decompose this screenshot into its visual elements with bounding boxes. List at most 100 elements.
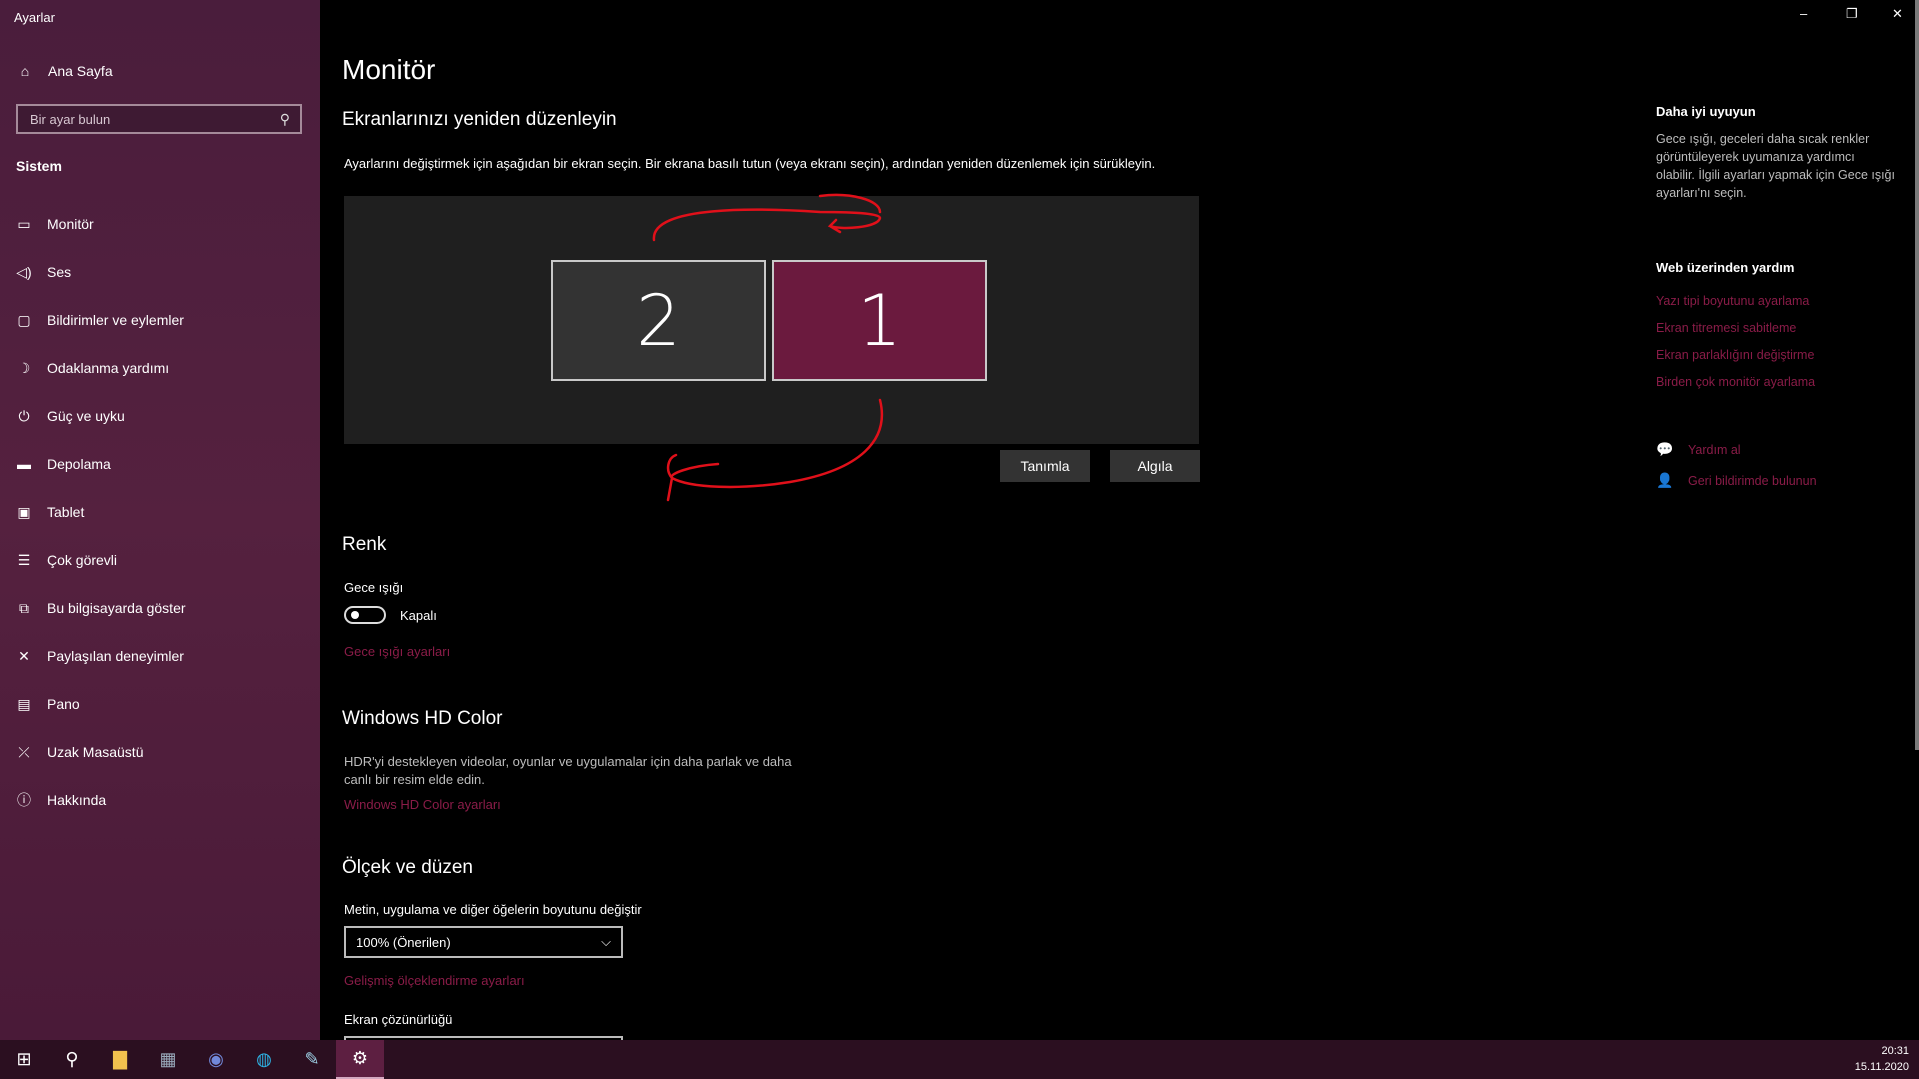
sidebar-item-monitor[interactable]: ▭ Monitör	[0, 200, 320, 248]
sidebar-item-power[interactable]: ⏻ Güç ve uyku	[0, 392, 320, 440]
night-light-settings-link[interactable]: Gece ışığı ayarları	[344, 644, 450, 659]
sidebar-item-focus[interactable]: ☽ Odaklanma yardımı	[0, 344, 320, 392]
sidebar: Ayarlar ⌂ Ana Sayfa ⚲ Sistem ▭ Monitör ◁)…	[0, 0, 320, 1040]
taskbar-search-button[interactable]: ⚲	[48, 1040, 96, 1079]
clock-time: 20:31	[1881, 1045, 1909, 1057]
calculator-icon: ▦	[159, 1049, 177, 1069]
sidebar-item-about[interactable]: ⓘ Hakkında	[0, 776, 320, 824]
taskbar-file-explorer[interactable]: ▇	[96, 1040, 144, 1079]
sidebar-item-label: Uzak Masaüstü	[47, 744, 144, 760]
sidebar-item-label: Pano	[47, 696, 80, 712]
sidebar-item-notifications[interactable]: ▢ Bildirimler ve eylemler	[0, 296, 320, 344]
taskbar-discord[interactable]: ◉	[192, 1040, 240, 1079]
gear-icon: ⚙	[351, 1048, 369, 1068]
identify-button[interactable]: Tanımla	[1000, 450, 1090, 482]
discord-icon: ◉	[208, 1049, 224, 1069]
sidebar-item-label: Hakkında	[47, 792, 107, 808]
close-button[interactable]: ✕	[1892, 6, 1903, 22]
get-help-link[interactable]: 💬 Yardım al	[1656, 441, 1741, 458]
sidebar-item-remote[interactable]: ⤫ Uzak Masaüstü	[0, 728, 320, 776]
detect-button[interactable]: Algıla	[1110, 450, 1200, 482]
section-title: Sistem	[16, 158, 62, 174]
rearrange-heading: Ekranlarınızı yeniden düzenleyin	[342, 109, 617, 130]
home-label: Ana Sayfa	[48, 63, 113, 79]
taskbar-calculator[interactable]: ▦	[144, 1040, 192, 1079]
remote-icon: ⤫	[18, 743, 30, 760]
web-link-multi-monitor[interactable]: Birden çok monitör ayarlama	[1656, 375, 1815, 389]
feedback-label: Geri bildirimde bulunun	[1688, 473, 1817, 488]
clock[interactable]: 20:31 15.11.2020	[1855, 1043, 1909, 1075]
sidebar-item-project[interactable]: ⧉ Bu bilgisayarda göster	[0, 584, 320, 632]
taskbar: ⊞ ⚲ ▇ ▦ ◉ ◍ ✎ ⚙ 20:31 15.11.2020	[0, 1040, 1919, 1079]
advanced-scaling-link[interactable]: Gelişmiş ölçeklendirme ayarları	[344, 973, 525, 988]
sidebar-item-label: Paylaşılan deneyimler	[47, 648, 184, 664]
night-light-toggle[interactable]	[344, 606, 386, 624]
scale-dropdown[interactable]: 100% (Önerilen) ⌵	[344, 926, 623, 958]
taskbar-settings[interactable]: ⚙	[336, 1040, 384, 1079]
sidebar-item-sound[interactable]: ◁) Ses	[0, 248, 320, 296]
sidebar-item-label: Bu bilgisayarda göster	[47, 600, 186, 616]
notepad-icon: ✎	[304, 1049, 320, 1069]
web-link-font-size[interactable]: Yazı tipi boyutunu ayarlama	[1656, 294, 1809, 308]
minimize-button[interactable]: –	[1800, 6, 1807, 21]
sidebar-item-label: Bildirimler ve eylemler	[47, 312, 184, 328]
sidebar-nav: ▭ Monitör ◁) Ses ▢ Bildirimler ve eylemler …	[0, 200, 320, 824]
toggle-knob	[351, 611, 359, 619]
speaker-icon: ◁)	[16, 263, 32, 280]
sleep-text: Gece ışığı, geceleri daha sıcak renkler …	[1656, 132, 1895, 200]
sidebar-item-label: Tablet	[47, 504, 85, 520]
scrollbar[interactable]	[1915, 0, 1919, 750]
home-link[interactable]: ⌂ Ana Sayfa	[16, 63, 113, 79]
get-help-label: Yardım al	[1688, 442, 1741, 457]
search-input[interactable]	[28, 110, 272, 128]
windows-logo-icon: ⊞	[16, 1049, 32, 1069]
feedback-link[interactable]: 👤 Geri bildirimde bulunun	[1656, 472, 1817, 489]
resolution-label: Ekran çözünürlüğü	[344, 1012, 453, 1027]
edge-icon: ◍	[256, 1049, 272, 1069]
night-light-state: Kapalı	[400, 608, 437, 623]
power-icon: ⏻	[18, 407, 30, 424]
chat-help-icon: 💬	[1656, 441, 1674, 457]
web-link-brightness[interactable]: Ekran parlaklığını değiştirme	[1656, 348, 1814, 362]
tablet-icon: ▣	[17, 503, 31, 520]
info-icon: ⓘ	[17, 792, 31, 808]
search-box[interactable]: ⚲	[16, 104, 302, 134]
multitask-icon: ☰	[17, 551, 31, 568]
sidebar-item-storage[interactable]: ▬ Depolama	[0, 440, 320, 488]
night-light-label: Gece ışığı	[344, 580, 404, 595]
monitor-1[interactable]: 1	[772, 260, 987, 381]
taskbar-edge[interactable]: ◍	[240, 1040, 288, 1079]
sidebar-item-label: Odaklanma yardımı	[47, 360, 170, 376]
start-button[interactable]: ⊞	[0, 1040, 48, 1079]
shared-icon: ✕	[18, 647, 30, 664]
search-icon[interactable]: ⚲	[280, 111, 290, 128]
sidebar-item-label: Depolama	[47, 456, 111, 472]
sidebar-item-shared[interactable]: ✕ Paylaşılan deneyimler	[0, 632, 320, 680]
hd-color-heading: Windows HD Color	[342, 708, 503, 729]
sidebar-item-tablet[interactable]: ▣ Tablet	[0, 488, 320, 536]
taskbar-notepad[interactable]: ✎	[288, 1040, 336, 1079]
color-heading: Renk	[342, 534, 387, 555]
clock-date: 15.11.2020	[1854, 1061, 1909, 1073]
chevron-down-icon: ⌵	[601, 934, 611, 949]
sidebar-item-clipboard[interactable]: ▤ Pano	[0, 680, 320, 728]
hd-color-settings-link[interactable]: Windows HD Color ayarları	[344, 797, 501, 812]
hd-color-description: HDR'yi destekleyen videolar, oyunlar ve …	[344, 754, 792, 787]
folder-icon: ▇	[113, 1049, 127, 1069]
storage-icon: ▬	[17, 456, 31, 472]
sidebar-item-label: Güç ve uyku	[47, 408, 125, 424]
monitor-2[interactable]: 2	[551, 260, 766, 381]
size-label: Metin, uygulama ve diğer öğelerin boyutu…	[344, 902, 642, 917]
restore-button[interactable]: ❐	[1846, 6, 1858, 22]
sidebar-item-label: Çok görevli	[47, 552, 118, 568]
web-link-flicker[interactable]: Ekran titremesi sabitleme	[1656, 321, 1796, 335]
sidebar-item-multitasking[interactable]: ☰ Çok görevli	[0, 536, 320, 584]
project-icon: ⧉	[19, 599, 29, 616]
home-icon: ⌂	[20, 63, 30, 79]
clipboard-icon: ▤	[17, 695, 31, 712]
sleep-heading: Daha iyi uyuyun	[1656, 104, 1756, 119]
feedback-icon: 👤	[1656, 472, 1674, 488]
scale-dropdown-value: 100% (Önerilen)	[356, 934, 451, 950]
search-icon: ⚲	[65, 1049, 79, 1069]
web-help-heading: Web üzerinden yardım	[1656, 260, 1795, 275]
